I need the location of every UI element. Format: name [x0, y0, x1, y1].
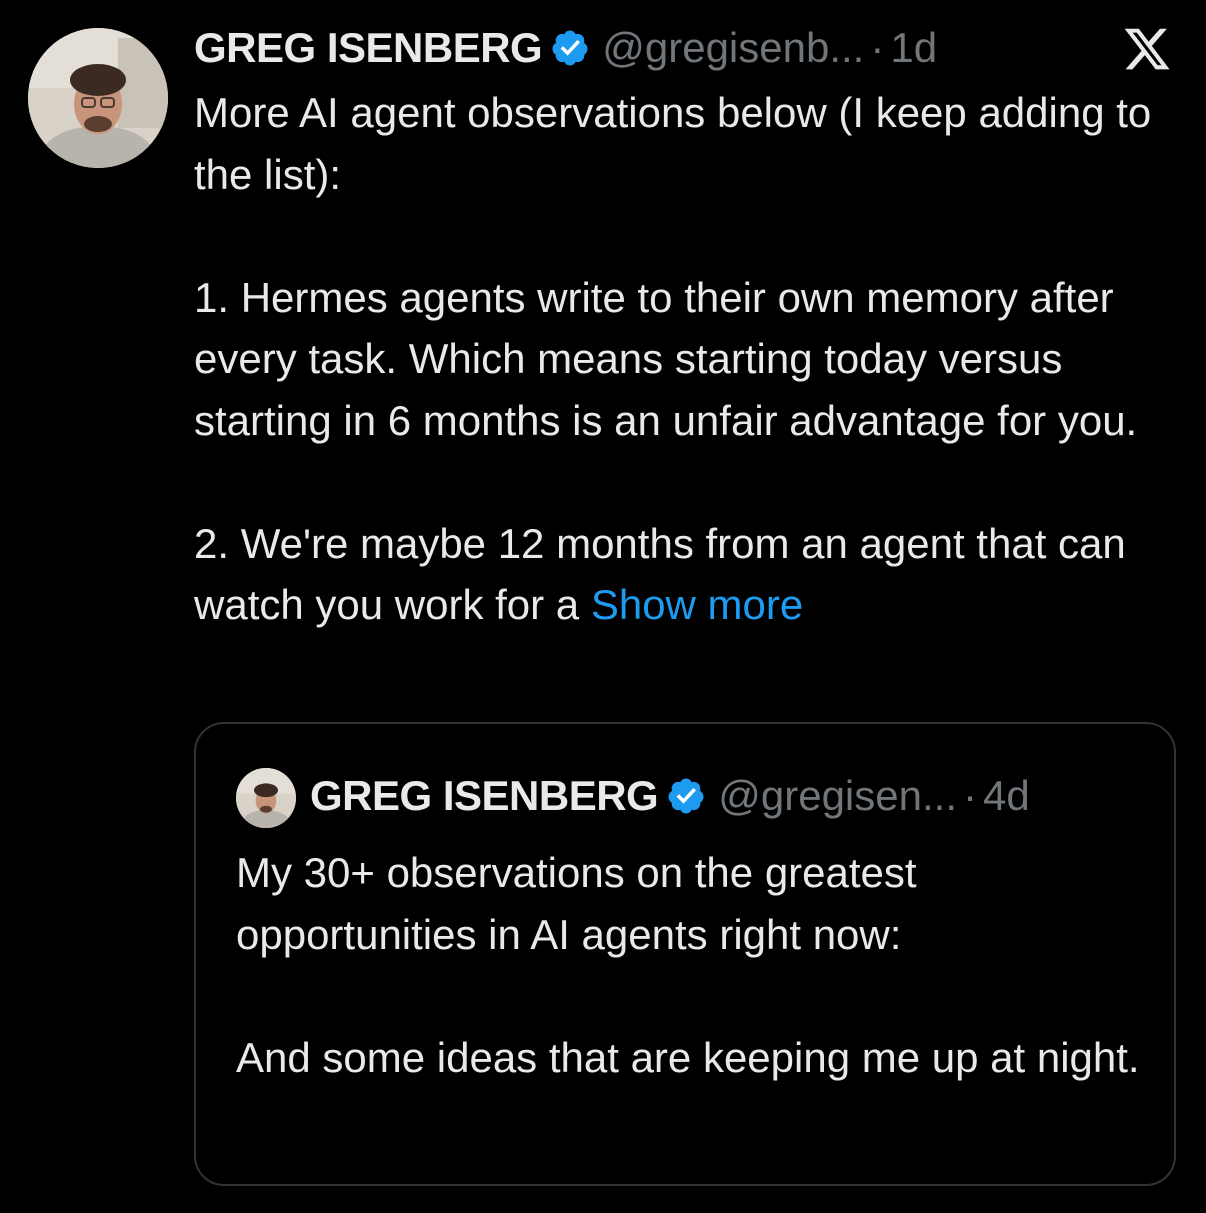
author-avatar[interactable] — [28, 28, 168, 168]
verified-badge-icon — [666, 776, 706, 816]
author-display-name[interactable]: GREG ISENBERG — [194, 24, 543, 72]
quoted-tweet-header: GREG ISENBERG @gregisen... · 4d — [310, 764, 1030, 828]
tweet-intro: More AI agent observations below (I keep… — [194, 89, 1152, 198]
quoted-tweet-card[interactable]: GREG ISENBERG @gregisen... · 4d My 30+ o… — [194, 722, 1176, 1186]
quoted-author-avatar[interactable] — [236, 768, 296, 828]
quoted-author-handle[interactable]: @gregisen... — [718, 772, 957, 820]
tweet-timestamp[interactable]: 1d — [890, 24, 937, 72]
quoted-tweet-body: My 30+ observations on the greatest oppo… — [236, 842, 1146, 1088]
profile-photo-icon — [28, 28, 168, 168]
quoted-tweet-line-2: And some ideas that are keeping me up at… — [236, 1033, 1140, 1081]
verified-badge-icon — [550, 28, 590, 68]
show-more-link[interactable]: Show more — [591, 581, 803, 628]
author-handle[interactable]: @gregisenb... — [602, 24, 864, 72]
separator-dot: · — [870, 24, 885, 71]
tweet-point-2: 2. We're maybe 12 months from an agent t… — [194, 513, 1184, 636]
tweet-point-1: 1. Hermes agents write to their own memo… — [194, 273, 1138, 444]
quoted-tweet-timestamp[interactable]: 4d — [983, 772, 1030, 820]
profile-photo-icon — [236, 768, 296, 828]
x-logo-icon[interactable] — [1118, 24, 1176, 74]
tweet-header: GREG ISENBERG @gregisenb... · 1d — [194, 18, 937, 78]
tweet-body: More AI agent observations below (I keep… — [194, 82, 1184, 636]
quoted-author-display-name[interactable]: GREG ISENBERG — [310, 772, 659, 820]
quoted-tweet-line-1: My 30+ observations on the greatest oppo… — [236, 849, 917, 958]
tweet[interactable]: GREG ISENBERG @gregisenb... · 1d More AI… — [0, 0, 1206, 1213]
separator-dot: · — [963, 772, 977, 819]
